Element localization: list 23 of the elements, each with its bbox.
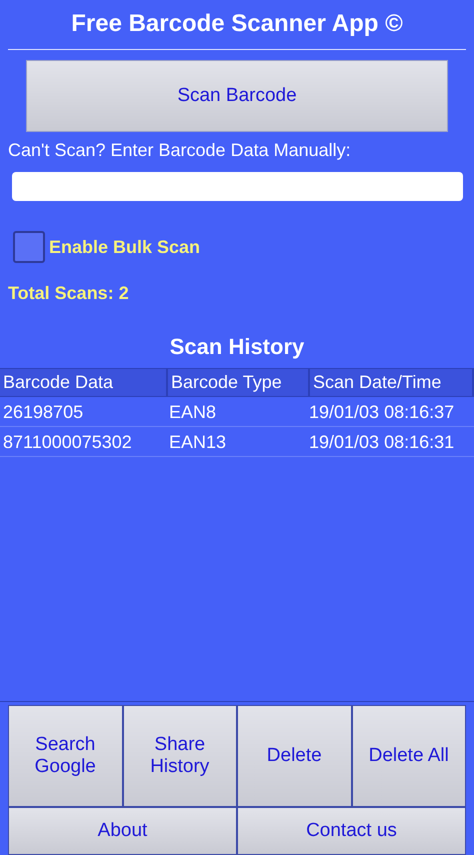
bulk-scan-checkbox[interactable] (13, 231, 45, 263)
bulk-scan-label: Enable Bulk Scan (49, 236, 200, 258)
table-cell-text: 26198705 (2, 401, 84, 424)
action-button[interactable]: Delete All (352, 705, 466, 807)
table-cell-text: EAN13 (168, 431, 228, 454)
scan-barcode-button[interactable]: Scan Barcode (26, 60, 448, 132)
action-button[interactable]: Share History (122, 705, 237, 807)
app-title: Free Barcode Scanner App © (70, 9, 404, 39)
history-title: Scan History (168, 334, 306, 361)
table-cell-text: 19/01/03 08:16:31 (308, 431, 456, 454)
action-button[interactable]: Contact us (237, 807, 466, 855)
column-header: Barcode Data (0, 368, 168, 397)
table-cell-text: 8711000075302 (2, 431, 133, 454)
action-button[interactable]: Search Google (8, 705, 122, 807)
total-scans-text: Total Scans: 2 (8, 283, 130, 304)
manual-entry-label: Can't Scan? Enter Barcode Data Manually: (8, 140, 352, 162)
action-button[interactable]: About (8, 807, 237, 855)
table-cell-text: EAN8 (168, 401, 218, 424)
action-button[interactable]: Delete (237, 705, 352, 807)
column-header: Barcode Type (168, 368, 310, 397)
table-cell-text: 19/01/03 08:16:37 (308, 401, 456, 424)
barcode-input-field[interactable] (12, 172, 463, 201)
column-header: Scan Date/Time (310, 368, 474, 397)
